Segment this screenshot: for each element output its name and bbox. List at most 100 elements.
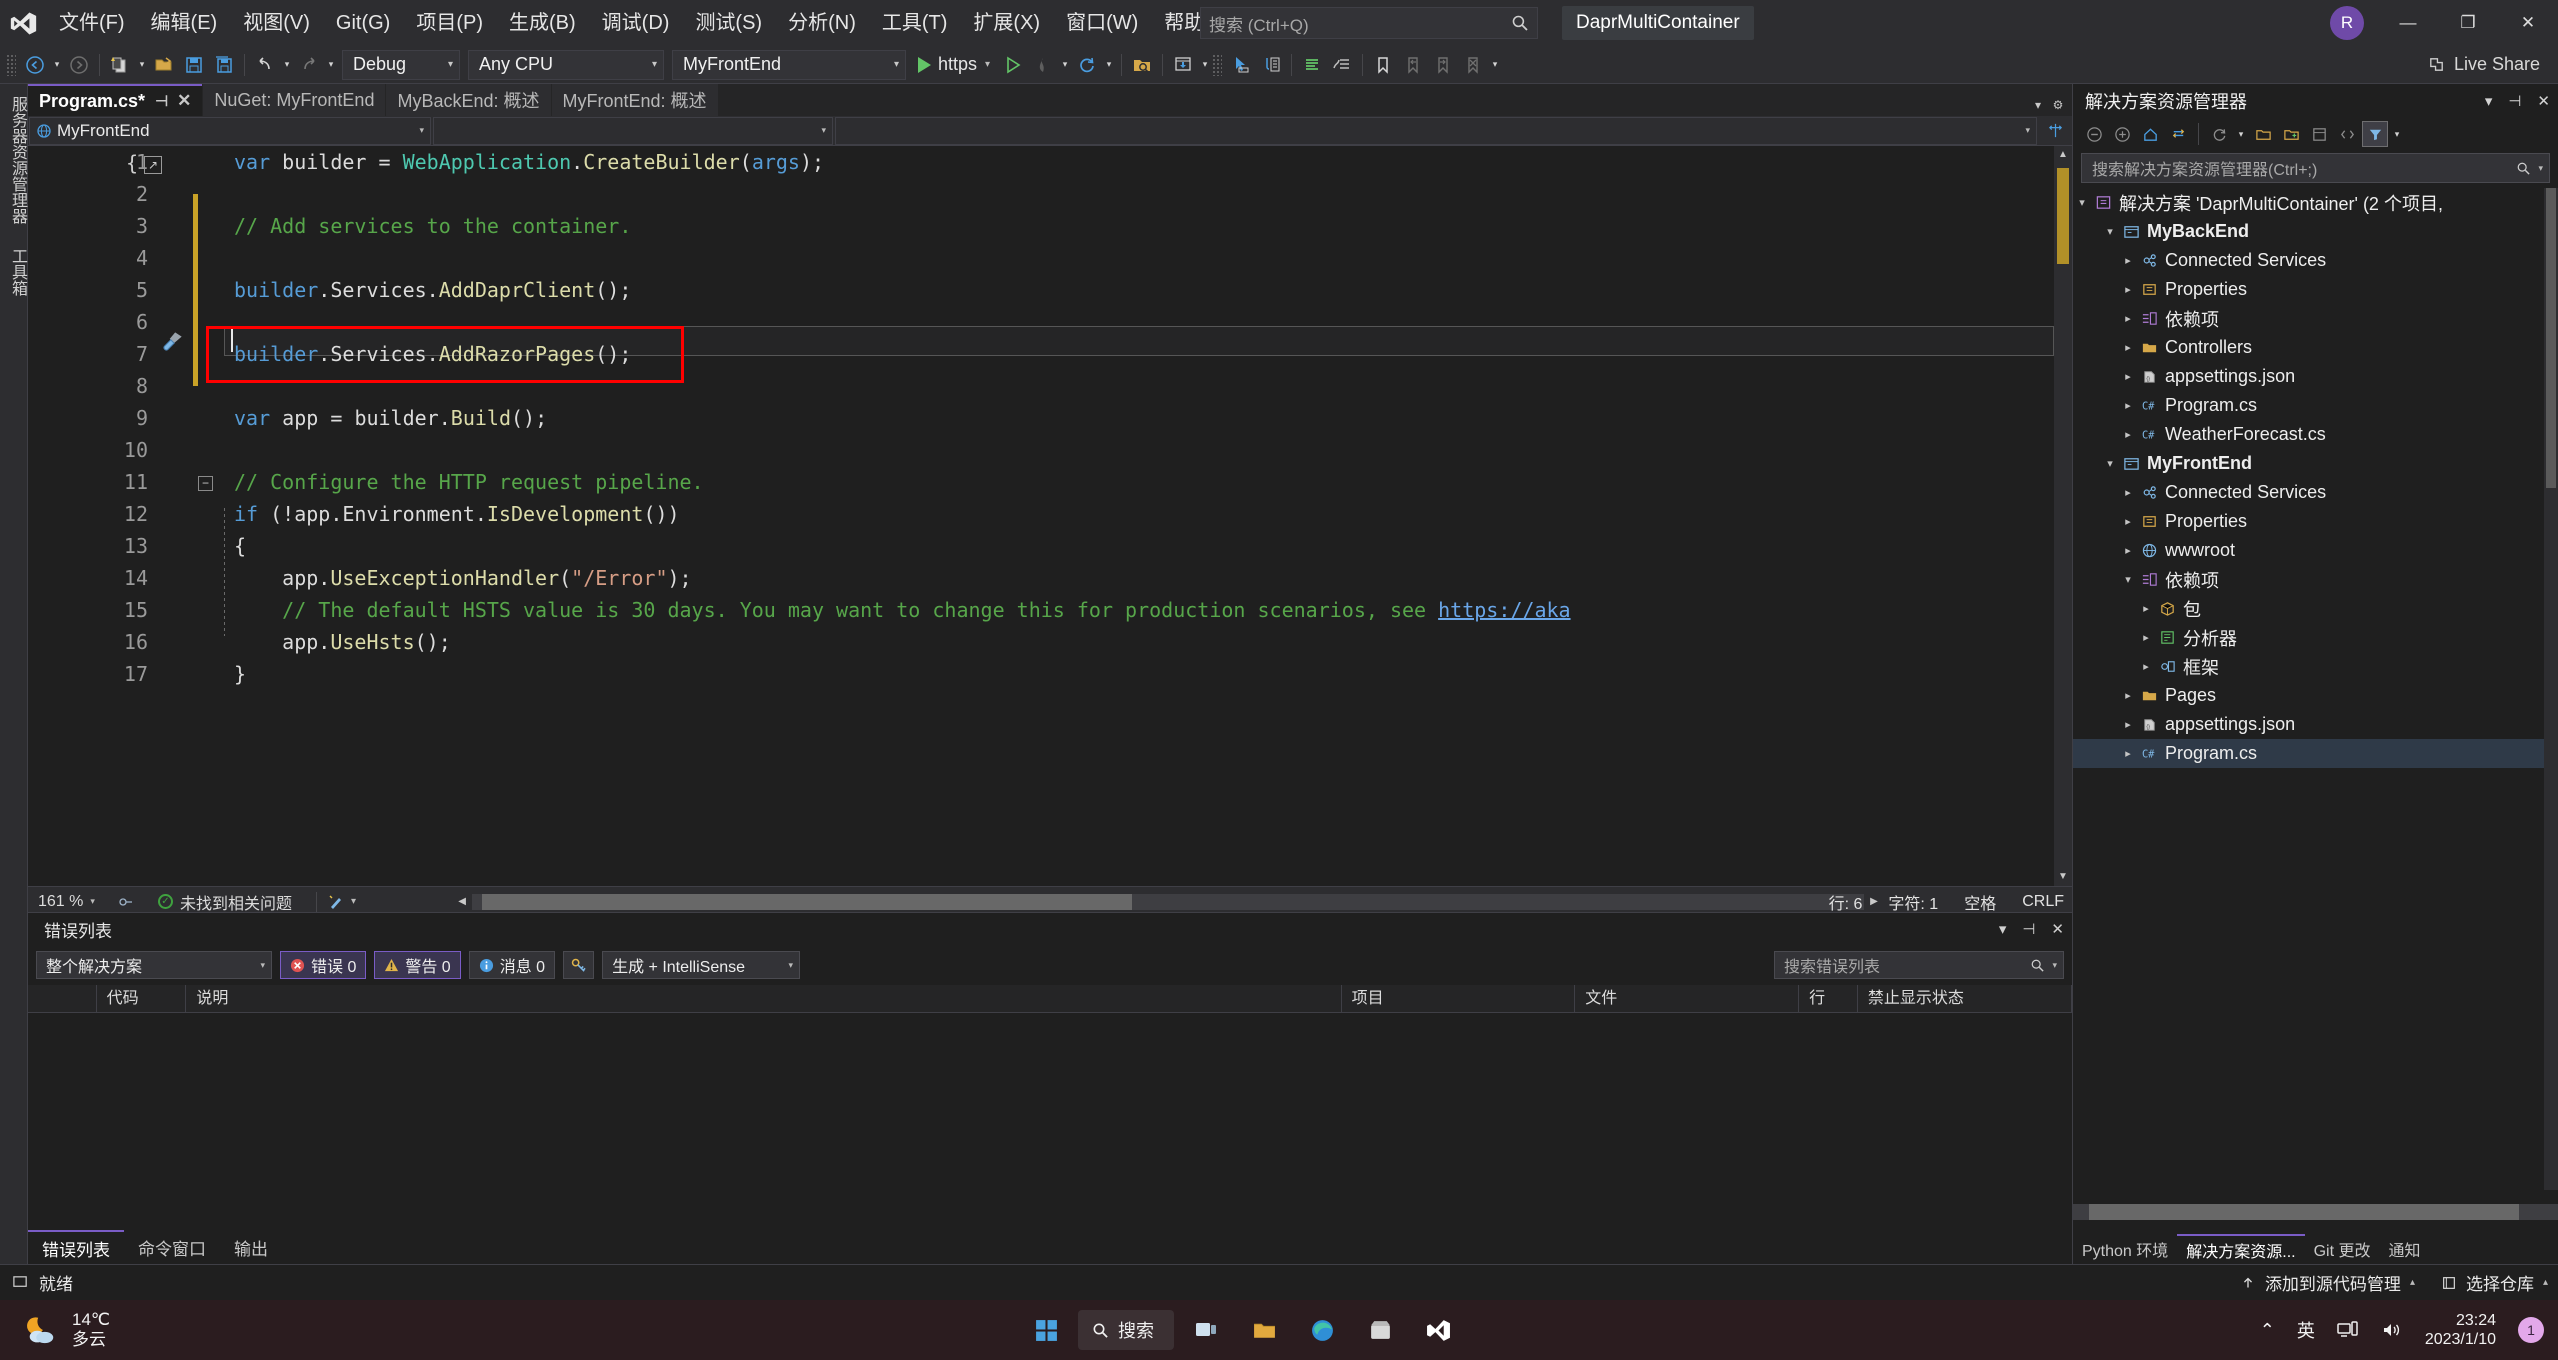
expander-icon[interactable]: ▸ [2119, 428, 2137, 441]
tree-node-[interactable]: ▾依赖项 [2073, 565, 2558, 594]
scrollbar-thumb[interactable] [2546, 188, 2556, 488]
code-line[interactable]: 15 // The default HSTS value is 30 days.… [28, 594, 2072, 626]
new-folder-icon[interactable] [2278, 121, 2304, 147]
expander-icon[interactable]: ▾ [2119, 573, 2137, 586]
expander-icon[interactable]: ▸ [2119, 341, 2137, 354]
tree-node-controllers[interactable]: ▸Controllers [2073, 333, 2558, 362]
tab-git-changes[interactable]: Git 更改 [2305, 1237, 2380, 1261]
toolbar-overflow-icon[interactable]: ▾ [1488, 50, 1502, 80]
col-file-header[interactable]: 文件 [1575, 985, 1799, 1013]
global-search-box[interactable]: 搜索 (Ctrl+Q) [1200, 7, 1538, 39]
hot-reload-icon[interactable] [1028, 50, 1058, 80]
tab-python-environments[interactable]: Python 环境 [2073, 1237, 2177, 1261]
code-line[interactable]: 16 app.UseHsts(); [28, 626, 2072, 658]
menu-edit[interactable]: 编辑(E) [138, 0, 231, 46]
tree-node-mybackend[interactable]: ▾MyBackEnd [2073, 217, 2558, 246]
filter-dropdown-icon[interactable]: ▾ [2390, 119, 2404, 149]
tab-error-list[interactable]: 错误列表 [28, 1230, 124, 1264]
refresh-icon[interactable] [2206, 121, 2232, 147]
visual-studio-taskbar-icon[interactable] [1412, 1306, 1464, 1354]
col-project-header[interactable]: 项目 [1342, 985, 1576, 1013]
tab-nuget-myfrontend[interactable]: NuGet: MyFrontEnd [203, 84, 385, 116]
editor-horizontal-scrollbar[interactable] [472, 894, 1864, 910]
warnings-filter-button[interactable]: 警告 0 [374, 951, 460, 979]
messages-filter-button[interactable]: 消息 0 [469, 951, 555, 979]
close-icon[interactable]: ✕ [2537, 92, 2550, 110]
chevron-down-icon[interactable]: ▾ [985, 59, 990, 70]
startup-project-combo[interactable]: MyFrontEnd ▾ [672, 50, 906, 80]
dropdown-icon[interactable]: ▾ [1999, 920, 2007, 938]
expander-icon[interactable]: ▸ [2119, 370, 2137, 383]
tree-node-connected-services[interactable]: ▸Connected Services [2073, 246, 2558, 275]
expander-icon[interactable]: ▸ [2119, 399, 2137, 412]
expander-icon[interactable]: ▸ [2119, 312, 2137, 325]
code-line[interactable]: 12if (!app.Environment.IsDevelopment()) [28, 498, 2072, 530]
split-editor-icon[interactable] [2038, 122, 2072, 139]
save-icon[interactable] [179, 50, 209, 80]
nav-member-combo[interactable]: ▾ [835, 117, 2037, 145]
start-without-debugging-icon[interactable] [998, 50, 1028, 80]
refresh-dropdown-icon[interactable]: ▾ [2234, 119, 2248, 149]
scope-combo[interactable]: 整个解决方案 ▾ [36, 951, 272, 979]
tab-myfrontend-overview[interactable]: MyFrontEnd: 概述 [552, 84, 718, 116]
refresh-dropdown-icon[interactable]: ▾ [1102, 50, 1116, 80]
error-list-rows[interactable] [28, 1045, 2072, 1230]
navigate-backward-icon[interactable] [20, 50, 50, 80]
nav-project-combo[interactable]: MyFrontEnd ▾ [29, 117, 431, 145]
uncomment-lines-icon[interactable] [1327, 50, 1357, 80]
chevron-down-icon[interactable]: ▾ [2052, 960, 2057, 971]
tree-node-[interactable]: ▸包 [2073, 594, 2558, 623]
expander-icon[interactable]: ▸ [2119, 254, 2137, 267]
next-bookmark-icon[interactable] [1428, 50, 1458, 80]
save-all-icon[interactable] [209, 50, 239, 80]
chevron-down-icon[interactable]: ▾ [351, 896, 356, 907]
refresh-icon[interactable] [1072, 50, 1102, 80]
expander-icon[interactable]: ▾ [2101, 457, 2119, 470]
comment-lines-icon[interactable] [1297, 50, 1327, 80]
restore-button[interactable]: ❐ [2438, 0, 2498, 46]
col-line-header[interactable]: 行 [1799, 985, 1858, 1013]
open-file-icon[interactable] [149, 50, 179, 80]
expander-icon[interactable]: ▾ [2101, 225, 2119, 238]
hot-reload-dropdown-icon[interactable]: ▾ [1058, 50, 1072, 80]
close-button[interactable]: ✕ [2498, 0, 2558, 46]
solution-explorer-window-icon[interactable] [1168, 50, 1198, 80]
col-code-header[interactable]: 代码 [97, 985, 187, 1013]
solution-explorer-horizontal-scrollbar[interactable] [2073, 1204, 2558, 1220]
expander-icon[interactable]: ▸ [2137, 660, 2155, 673]
code-line[interactable]: 5builder.Services.AddDaprClient(); [28, 274, 2072, 306]
properties-window-icon[interactable] [2109, 121, 2135, 147]
code-line[interactable]: 13{ [28, 530, 2072, 562]
tab-solution-explorer[interactable]: 解决方案资源... [2177, 1234, 2304, 1264]
code-line[interactable]: 4 [28, 242, 2072, 274]
tree-node-connected-services[interactable]: ▸Connected Services [2073, 478, 2558, 507]
menu-project[interactable]: 项目(P) [403, 0, 496, 46]
solution-config-combo[interactable]: Debug ▾ [342, 50, 460, 80]
start-debugging-button[interactable]: https ▾ [910, 50, 998, 80]
code-line[interactable]: 8 [28, 370, 2072, 402]
expander-icon[interactable]: ▸ [2119, 515, 2137, 528]
menu-debug[interactable]: 调试(D) [589, 0, 683, 46]
tree-node-appsettings-json[interactable]: ▸{}appsettings.json [2073, 710, 2558, 739]
microsoft-store-icon[interactable] [1354, 1306, 1406, 1354]
menu-window[interactable]: 窗口(W) [1053, 0, 1151, 46]
code-line[interactable]: 14 app.UseExceptionHandler("/Error"); [28, 562, 2072, 594]
menu-tools[interactable]: 工具(T) [869, 0, 961, 46]
menu-build[interactable]: 生成(B) [496, 0, 589, 46]
pin-icon[interactable]: ⊣ [155, 92, 168, 110]
navigate-forward-icon[interactable] [64, 50, 94, 80]
expander-icon[interactable]: ▸ [2119, 283, 2137, 296]
errors-filter-button[interactable]: 错误 0 [280, 951, 366, 979]
tab-command-window[interactable]: 命令窗口 [124, 1230, 220, 1264]
code-line[interactable]: 10 [28, 434, 2072, 466]
code-line[interactable]: 11// Configure the HTTP request pipeline… [28, 466, 2072, 498]
minimize-button[interactable]: — [2378, 0, 2438, 46]
tree-node-properties[interactable]: ▸Properties [2073, 275, 2558, 304]
expander-icon[interactable]: ▸ [2119, 689, 2137, 702]
expander-icon[interactable]: ▾ [2073, 196, 2091, 209]
tree-node-program-cs[interactable]: ▸C#Program.cs [2073, 739, 2558, 768]
toolbar-grip[interactable] [1212, 54, 1222, 76]
col-suppression-header[interactable]: 禁止显示状态 [1858, 985, 2072, 1013]
pin-icon[interactable]: ⊣ [2022, 920, 2035, 938]
clear-bookmarks-icon[interactable] [1458, 50, 1488, 80]
